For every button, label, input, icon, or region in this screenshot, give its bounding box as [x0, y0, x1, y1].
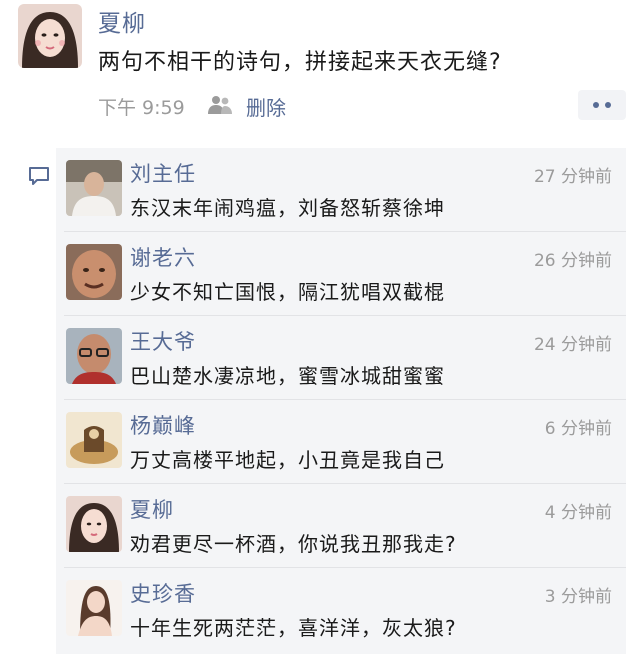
comment-time: 24 分钟前 [533, 335, 612, 355]
comment-time: 3 分钟前 [544, 587, 612, 607]
comment-text: 十年生死两茫茫，喜洋洋，灰太狼? [130, 616, 457, 640]
commenter-name[interactable]: 谢老六 [130, 242, 196, 272]
delete-button[interactable]: 删除 [246, 92, 286, 121]
comment-item[interactable]: 杨巅峰 6 分钟前 万丈高楼平地起，小丑竟是我自己 [56, 400, 626, 484]
comment-text: 万丈高楼平地起，小丑竟是我自己 [130, 448, 445, 472]
comment-text: 少女不知亡国恨，隔江犹唱双截棍 [130, 280, 445, 304]
comment-time: 27 分钟前 [533, 167, 612, 187]
comment-item[interactable]: 夏柳 4 分钟前 劝君更尽一杯酒，你说我丑那我走? [56, 484, 626, 568]
more-dots-icon[interactable] [578, 90, 626, 120]
comment-text: 东汉末年闹鸡瘟，刘备怒斩蔡徐坤 [130, 196, 445, 220]
comment-text: 劝君更尽一杯酒，你说我丑那我走? [130, 532, 457, 556]
comment-text: 巴山楚水凄凉地，蜜雪冰城甜蜜蜜 [130, 364, 445, 388]
people-icon[interactable] [208, 94, 232, 116]
more-dot [605, 102, 611, 108]
comment-item[interactable]: 谢老六 26 分钟前 少女不知亡国恨，隔江犹唱双截棍 [56, 232, 626, 316]
more-dot [593, 102, 599, 108]
commenter-avatar[interactable] [66, 412, 122, 468]
comments-section: 刘主任 27 分钟前 东汉末年闹鸡瘟，刘备怒斩蔡徐坤 谢老六 26 分钟前 少女… [56, 148, 626, 654]
comment-time: 6 分钟前 [544, 419, 612, 439]
commenter-avatar[interactable] [66, 580, 122, 636]
comment-bubble-icon [28, 166, 50, 186]
comment-item[interactable]: 刘主任 27 分钟前 东汉末年闹鸡瘟，刘备怒斩蔡徐坤 [56, 148, 626, 232]
commenter-name[interactable]: 杨巅峰 [130, 410, 196, 440]
commenter-avatar[interactable] [66, 160, 122, 216]
commenter-avatar[interactable] [66, 244, 122, 300]
post-time: 下午 9:59 [98, 97, 185, 119]
comment-item[interactable]: 王大爷 24 分钟前 巴山楚水凄凉地，蜜雪冰城甜蜜蜜 [56, 316, 626, 400]
comment-time: 26 分钟前 [533, 251, 612, 271]
post-author-name[interactable]: 夏柳 [98, 4, 146, 38]
commenter-name[interactable]: 夏柳 [130, 494, 174, 524]
commenter-name[interactable]: 王大爷 [130, 326, 196, 356]
post-text: 两句不相干的诗句，拼接起来天衣无缝? [98, 50, 502, 75]
comment-item[interactable]: 史珍香 3 分钟前 十年生死两茫茫，喜洋洋，灰太狼? [56, 568, 626, 652]
commenter-name[interactable]: 史珍香 [130, 578, 196, 608]
commenter-avatar[interactable] [66, 496, 122, 552]
comment-time: 4 分钟前 [544, 503, 612, 523]
post-author-avatar[interactable] [18, 4, 82, 68]
commenter-avatar[interactable] [66, 328, 122, 384]
commenter-name[interactable]: 刘主任 [130, 158, 196, 188]
